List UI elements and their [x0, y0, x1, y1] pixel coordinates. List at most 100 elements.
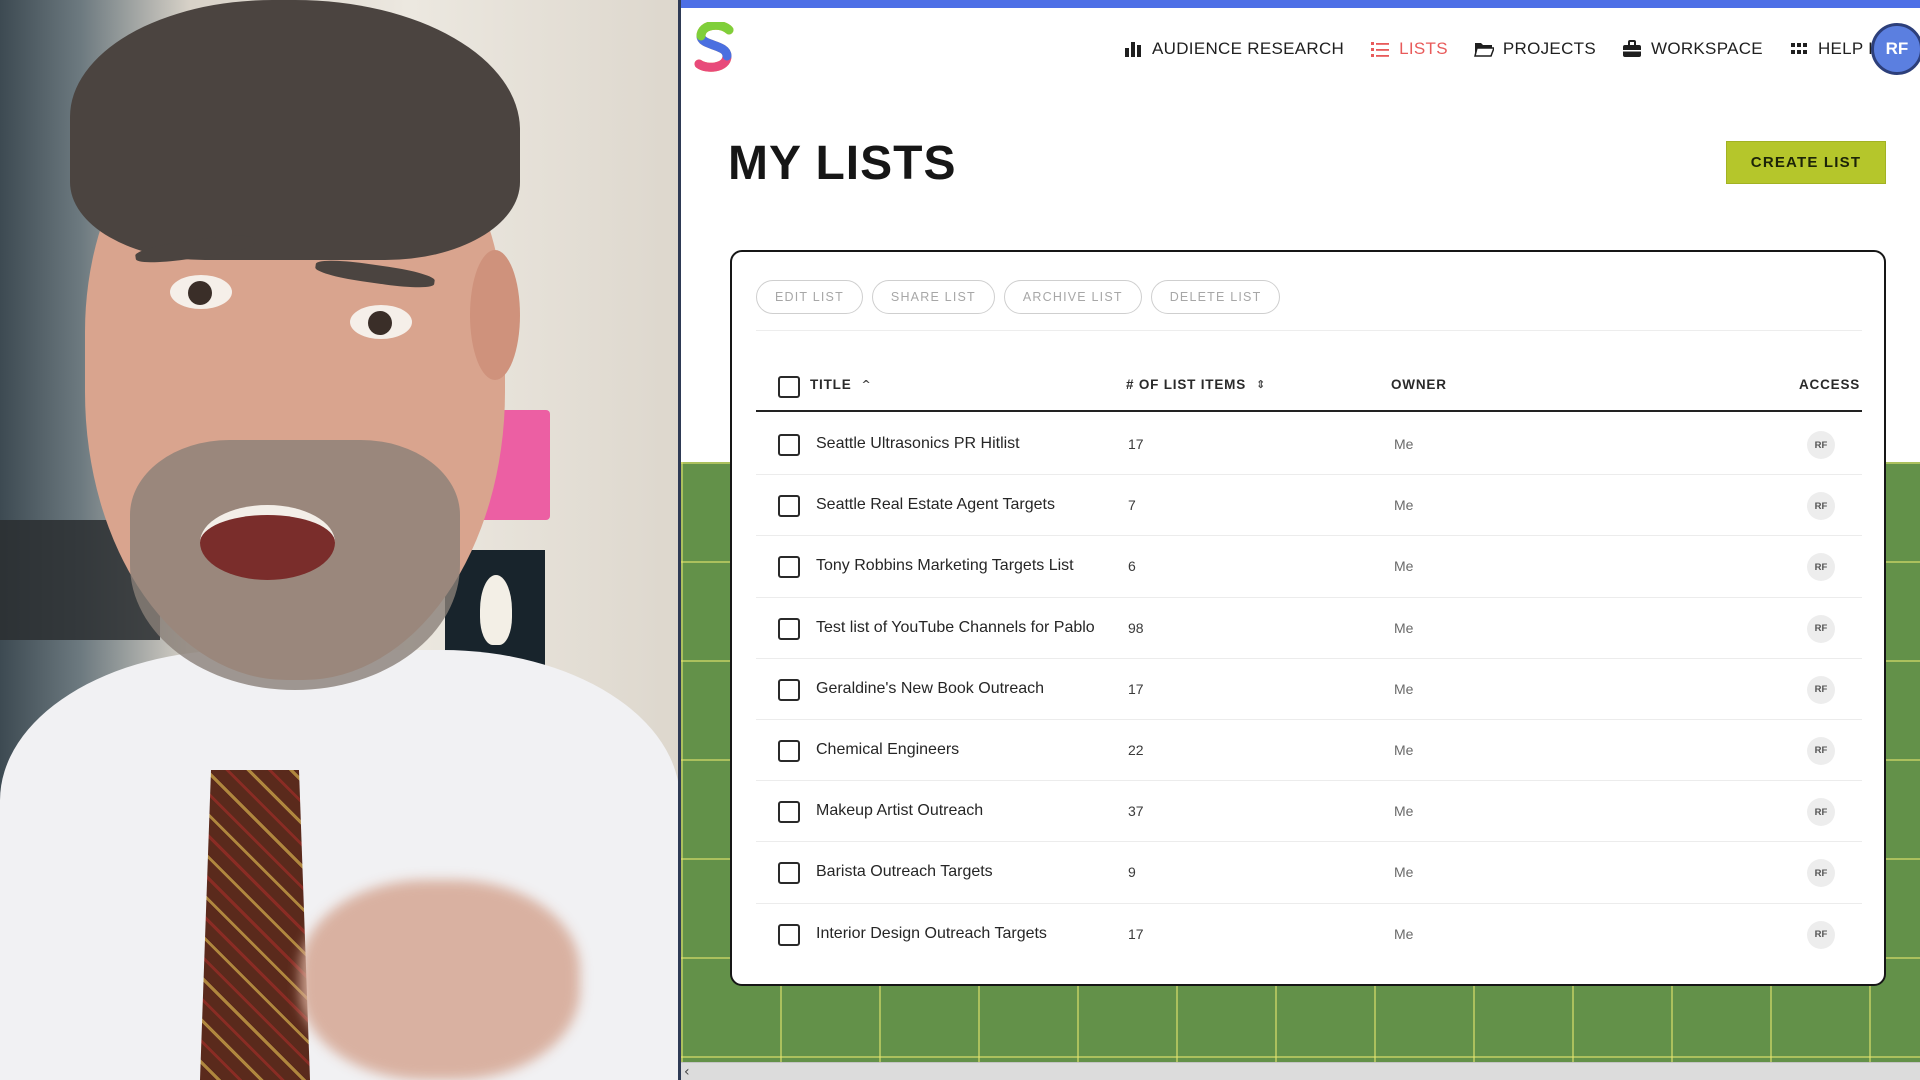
delete-list-button[interactable]: DELETE LIST [1150, 280, 1281, 314]
page-title: MY LISTS [728, 137, 957, 190]
column-header-owner: OWNER [1391, 377, 1447, 392]
bar-chart-icon [1125, 42, 1141, 57]
list-owner: Me [1394, 558, 1414, 575]
table-row[interactable]: Seattle Ultrasonics PR Hitlist 17 Me RF [756, 414, 1862, 476]
column-header-access: ACCESS [1799, 377, 1860, 392]
table-row[interactable]: Seattle Real Estate Agent Targets 7 Me R… [756, 475, 1862, 537]
table-row[interactable]: Tony Robbins Marketing Targets List 6 Me… [756, 536, 1862, 598]
presenter-tie [200, 770, 310, 1080]
list-icon [1371, 42, 1390, 57]
sort-toggle-icon[interactable]: ⇕ [1256, 378, 1266, 391]
row-checkbox[interactable] [778, 678, 800, 701]
access-avatar: RF [1807, 798, 1835, 827]
list-owner: Me [1394, 436, 1414, 452]
access-avatar: RF [1807, 920, 1835, 949]
scroll-left-arrow-icon[interactable]: ‹ [684, 1064, 690, 1080]
list-item-count: 9 [1128, 864, 1136, 881]
app-window: ‹ AUDIENCE RESEARCH LISTS PROJECTS WORKS… [681, 0, 1920, 1080]
presenter-hand [300, 880, 580, 1080]
folder-icon [1473, 43, 1494, 57]
list-owner: Me [1394, 803, 1414, 820]
column-header-title[interactable]: TITLE ^ [810, 377, 872, 392]
table-row[interactable]: Chemical Engineers 22 Me RF [756, 720, 1862, 782]
column-header-items[interactable]: # OF LIST ITEMS ⇕ [1126, 377, 1266, 392]
nav-workspace[interactable]: WORKSPACE [1622, 39, 1763, 59]
presenter-person [0, 0, 680, 1080]
sort-ascending-icon[interactable]: ^ [862, 378, 872, 391]
grid-icon [1790, 43, 1807, 54]
list-item-count: 98 [1128, 619, 1144, 636]
nav-label: WORKSPACE [1650, 39, 1763, 58]
presenter-ear [470, 250, 520, 380]
presenter-eye-right [350, 305, 412, 339]
row-checkbox[interactable] [778, 434, 800, 456]
create-list-button[interactable]: CREATE LIST [1726, 141, 1886, 184]
select-all-checkbox[interactable] [778, 376, 800, 398]
user-avatar[interactable]: RF [1871, 23, 1920, 75]
access-avatar: RF [1807, 492, 1835, 521]
column-label: TITLE [810, 377, 852, 392]
briefcase-icon [1622, 40, 1641, 57]
list-title[interactable]: Geraldine's New Book Outreach [816, 680, 1044, 698]
access-avatar: RF [1807, 614, 1835, 643]
column-label: # OF LIST ITEMS [1126, 377, 1247, 392]
list-title[interactable]: Makeup Artist Outreach [816, 802, 983, 820]
list-item-count: 6 [1128, 558, 1136, 575]
archive-list-button[interactable]: ARCHIVE LIST [1003, 280, 1142, 314]
nav-audience-research[interactable]: AUDIENCE RESEARCH [1123, 39, 1344, 59]
access-avatar: RF [1807, 736, 1835, 765]
horizontal-scrollbar[interactable]: ‹ [681, 1062, 1920, 1080]
list-item-count: 37 [1128, 803, 1144, 820]
list-title[interactable]: Seattle Ultrasonics PR Hitlist [816, 435, 1020, 453]
list-owner: Me [1394, 619, 1414, 636]
presenter-eye-left [170, 275, 232, 309]
list-item-count: 7 [1128, 497, 1136, 514]
row-checkbox[interactable] [778, 556, 800, 579]
edit-list-button[interactable]: EDIT LIST [756, 280, 863, 314]
table-row[interactable]: Barista Outreach Targets 9 Me RF [756, 842, 1862, 904]
list-title[interactable]: Interior Design Outreach Targets [816, 925, 1047, 943]
nav-label: PROJECTS [1502, 39, 1596, 58]
row-checkbox[interactable] [778, 495, 800, 518]
nav-label: LISTS [1399, 39, 1448, 58]
list-title[interactable]: Barista Outreach Targets [816, 863, 993, 881]
presenter-hair [70, 0, 520, 260]
row-checkbox[interactable] [778, 739, 800, 762]
table-row[interactable]: Interior Design Outreach Targets 17 Me R… [756, 904, 1862, 965]
table-body: Seattle Ultrasonics PR Hitlist 17 Me RF … [756, 414, 1862, 965]
list-title[interactable]: Test list of YouTube Channels for Pablo [816, 619, 1095, 637]
row-checkbox[interactable] [778, 923, 800, 946]
access-avatar: RF [1807, 859, 1835, 888]
column-label: ACCESS [1799, 377, 1861, 392]
list-title[interactable]: Tony Robbins Marketing Targets List [816, 557, 1074, 575]
list-actions-toolbar: EDIT LIST SHARE LIST ARCHIVE LIST DELETE… [756, 280, 1281, 314]
lists-card: EDIT LIST SHARE LIST ARCHIVE LIST DELETE… [730, 250, 1886, 986]
list-item-count: 17 [1128, 436, 1144, 452]
access-avatar: RF [1807, 431, 1835, 459]
app-logo-icon[interactable] [691, 22, 739, 74]
nav-lists[interactable]: LISTS [1370, 39, 1448, 59]
row-checkbox[interactable] [778, 801, 800, 824]
list-owner: Me [1394, 497, 1414, 514]
share-list-button[interactable]: SHARE LIST [871, 280, 995, 314]
list-title[interactable]: Chemical Engineers [816, 741, 959, 759]
access-avatar: RF [1807, 553, 1835, 582]
list-item-count: 17 [1128, 925, 1144, 942]
table-row[interactable]: Test list of YouTube Channels for Pablo … [756, 598, 1862, 659]
row-checkbox[interactable] [778, 862, 800, 885]
top-accent-bar [681, 0, 1920, 8]
column-label: OWNER [1391, 377, 1447, 392]
table-row[interactable]: Geraldine's New Book Outreach 17 Me RF [756, 659, 1862, 720]
row-checkbox[interactable] [778, 617, 800, 640]
list-owner: Me [1394, 864, 1414, 881]
list-item-count: 22 [1128, 741, 1144, 758]
nav-label: AUDIENCE RESEARCH [1152, 39, 1345, 58]
table-row[interactable]: Makeup Artist Outreach 37 Me RF [756, 781, 1862, 843]
toolbar-divider [756, 330, 1862, 331]
presenter-mouth [200, 505, 335, 580]
list-title[interactable]: Seattle Real Estate Agent Targets [816, 496, 1055, 514]
nav-projects[interactable]: PROJECTS [1473, 39, 1596, 59]
list-owner: Me [1394, 741, 1414, 758]
presenter-video [0, 0, 680, 1080]
table-header: TITLE ^ # OF LIST ITEMS ⇕ OWNER ACCESS [756, 362, 1862, 412]
